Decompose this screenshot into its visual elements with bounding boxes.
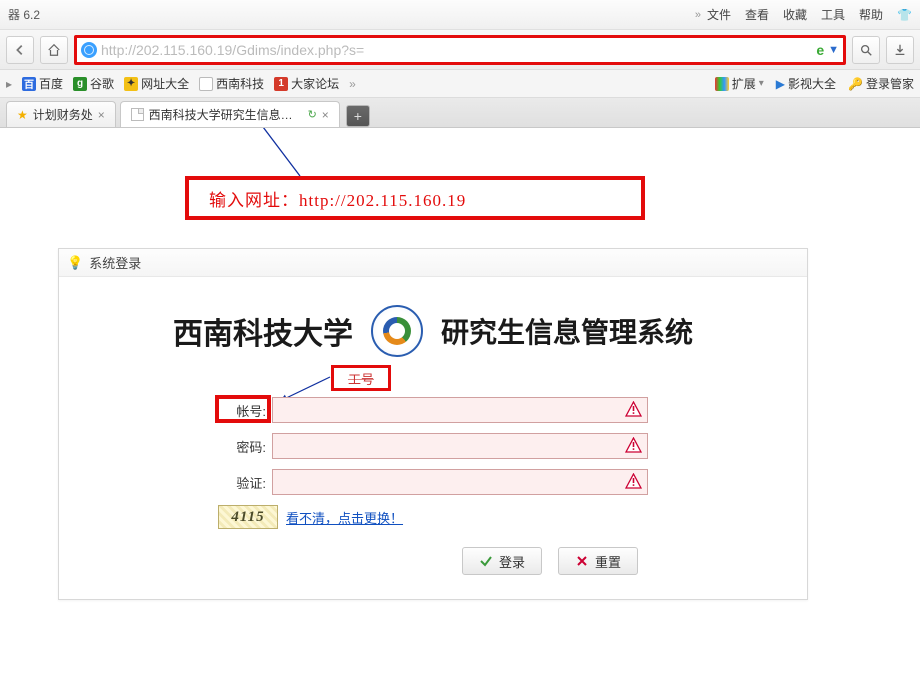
download-button[interactable] [886,36,914,64]
address-row: e ▼ [0,30,920,70]
close-icon[interactable]: × [322,108,329,122]
app-title: 器 6.2 [8,6,40,23]
login-form: 工号 帐号: 密码: 验证: [218,397,648,575]
bookmark-baidu[interactable]: 百百度 [22,75,63,92]
login-button[interactable]: 登录 [462,547,542,575]
bookmark-sites[interactable]: ✦网址大全 [124,75,189,92]
tab-label: 西南科技大学研究生信息管理 [149,106,303,123]
page-icon [131,108,144,121]
warning-icon [625,401,642,418]
cross-icon [575,554,589,568]
university-name: 西南科技大学 [173,309,353,353]
skin-icon[interactable]: 👕 [897,8,912,22]
system-heading: 西南科技大学 研究生信息管理系统 [89,305,777,357]
account-input[interactable] [272,397,648,423]
dropdown-icon[interactable]: ▼ [828,44,839,56]
tab-finance[interactable]: ★ 计划财务处 × [6,101,116,127]
bookmark-swust[interactable]: 西南科技 [199,75,264,92]
engine-icon[interactable]: e [816,42,824,58]
warning-icon [625,473,642,490]
password-input[interactable] [272,433,648,459]
login-panel: 💡 系统登录 西南科技大学 研究生信息管理系统 工号 帐号: [58,248,808,600]
close-icon[interactable]: × [98,108,105,122]
tab-bar: ★ 计划财务处 × 西南科技大学研究生信息管理 ↻ × + [0,98,920,128]
account-row: 帐号: [218,397,648,423]
tab-gdims[interactable]: 西南科技大学研究生信息管理 ↻ × [120,101,340,127]
captcha-image[interactable]: 4115 [218,505,278,529]
check-icon [479,554,493,568]
video-button[interactable]: ▶影视大全 [776,75,836,92]
chevron-icon[interactable]: ▸ [6,77,12,91]
menu-bar: 文件 查看 收藏 工具 帮助 👕 [707,6,912,23]
back-button[interactable] [6,36,34,64]
login-manager-button[interactable]: 🔑登录管家 [848,75,914,92]
account-label: 帐号: [218,401,272,420]
menu-view[interactable]: 查看 [745,6,769,23]
bookmark-forum[interactable]: 1大家论坛 [274,75,339,92]
captcha-input[interactable] [272,469,648,495]
chevron-right-icon: » [695,9,701,21]
menu-favorites[interactable]: 收藏 [783,6,807,23]
captcha-refresh-link[interactable]: 看不清，点击更换！ [286,508,403,527]
bookmark-google[interactable]: g谷歌 [73,75,114,92]
captcha-label: 验证: [218,473,272,492]
password-row: 密码: [218,433,648,459]
search-button[interactable] [852,36,880,64]
panel-title: 系统登录 [89,253,141,272]
menu-file[interactable]: 文件 [707,6,731,23]
password-label: 密码: [218,437,272,456]
title-bar: 器 6.2 » 文件 查看 收藏 工具 帮助 👕 [0,0,920,30]
bulb-icon: 💡 [67,255,83,271]
reset-button[interactable]: 重置 [558,547,638,575]
tab-label: 计划财务处 [33,106,93,123]
job-number-hint: 工号 [331,365,391,391]
menu-tools[interactable]: 工具 [821,6,845,23]
globe-icon [81,42,97,58]
bookmark-bar: ▸ 百百度 g谷歌 ✦网址大全 西南科技 1大家论坛 » 扩展▾ ▶影视大全 🔑… [0,70,920,98]
address-bar[interactable]: e ▼ [74,35,846,65]
university-logo [371,305,423,357]
panel-header: 💡 系统登录 [59,249,807,277]
refresh-icon[interactable]: ↻ [308,108,317,121]
new-tab-button[interactable]: + [346,105,370,127]
url-input[interactable] [101,42,812,58]
system-name: 研究生信息管理系统 [441,311,693,351]
url-callout: 输入网址：http://202.115.160.19 [185,176,645,220]
captcha-row: 验证: [218,469,648,495]
extensions-button[interactable]: 扩展▾ [715,75,764,92]
warning-icon [625,437,642,454]
home-button[interactable] [40,36,68,64]
more-icon[interactable]: » [349,77,356,91]
page-content: 输入网址：http://202.115.160.19 💡 系统登录 西南科技大学… [0,128,920,690]
menu-help[interactable]: 帮助 [859,6,883,23]
